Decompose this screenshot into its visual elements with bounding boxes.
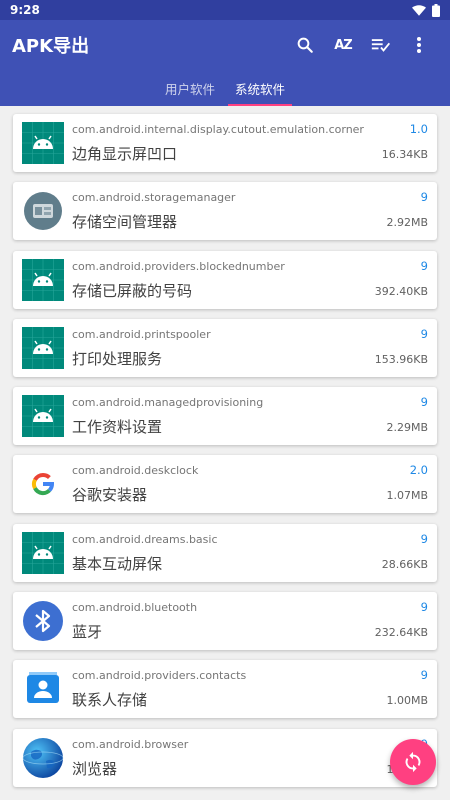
- app-package-name: com.android.storagemanager: [72, 191, 236, 205]
- contacts-icon: [22, 668, 64, 710]
- app-card[interactable]: com.android.bluetooth 蓝牙 9 232.64KB: [13, 592, 437, 651]
- app-package-name: com.android.internal.display.cutout.emul…: [72, 123, 364, 136]
- app-version: 9: [420, 395, 428, 410]
- app-list[interactable]: com.android.internal.display.cutout.emul…: [0, 106, 450, 800]
- select-all-button[interactable]: [362, 26, 400, 64]
- app-package-name: com.android.providers.contacts: [72, 669, 247, 683]
- android-icon: [22, 395, 64, 438]
- app-label: 边角显示屏凹口: [72, 145, 178, 163]
- app-package-name: com.android.dreams.basic: [72, 532, 218, 546]
- app-card[interactable]: com.android.providers.contacts 联系人存储 9 1…: [13, 660, 437, 719]
- tab-bar: 用户软件 系统软件: [0, 70, 450, 106]
- app-package-name: com.android.providers.blockednumber: [72, 259, 285, 273]
- google-icon: [22, 463, 64, 505]
- app-title: APK导出: [12, 36, 90, 57]
- app-label: 联系人存储: [72, 691, 148, 710]
- app-bar: APK导出 AZ: [0, 20, 450, 70]
- app-size: 2.92MB: [386, 216, 428, 230]
- storage-manager-icon: [22, 190, 64, 232]
- sort-az-icon: AZ: [334, 37, 352, 53]
- app-card[interactable]: com.android.deskclock 谷歌安装器 2.0 1.07MB: [13, 455, 437, 514]
- app-size: 28.66KB: [381, 557, 428, 571]
- app-size: 1.00MB: [386, 694, 428, 708]
- export-fab-button[interactable]: [390, 739, 436, 785]
- app-size: 1.07MB: [386, 489, 428, 503]
- app-card[interactable]: com.android.browser 浏览器 9 1.93MB: [13, 728, 437, 787]
- app-size: 16.34KB: [381, 148, 428, 161]
- status-time: 9:28: [10, 3, 40, 17]
- app-card[interactable]: com.android.dreams.basic 基本互动屏保 9 28.66K…: [13, 523, 437, 582]
- app-label: 浏览器: [72, 759, 118, 778]
- app-card[interactable]: com.android.printspooler 打印处理服务 9 153.96…: [13, 318, 437, 377]
- battery-icon: [432, 3, 440, 17]
- app-label: 基本互动屏保: [72, 554, 163, 573]
- app-version: 9: [420, 531, 428, 546]
- app-version: 9: [420, 326, 428, 341]
- app-size: 392.40KB: [374, 284, 428, 298]
- app-label: 工作资料设置: [72, 418, 163, 437]
- app-package-name: com.android.bluetooth: [72, 601, 198, 615]
- app-size: 2.29MB: [386, 421, 428, 435]
- browser-globe-icon: [22, 737, 64, 779]
- search-icon: [297, 37, 313, 53]
- app-label: 存储空间管理器: [72, 213, 178, 232]
- app-version: 9: [420, 668, 428, 683]
- app-package-name: com.android.browser: [72, 737, 189, 751]
- app-card[interactable]: com.android.internal.display.cutout.emul…: [13, 114, 437, 172]
- app-package-name: com.android.printspooler: [72, 327, 211, 341]
- app-label: 存储已屏蔽的号码: [72, 281, 193, 300]
- tab-user-apps[interactable]: 用户软件: [158, 70, 222, 106]
- app-label: 蓝牙: [72, 623, 103, 642]
- sync-icon: [405, 751, 421, 773]
- more-vert-icon: [417, 37, 421, 53]
- android-icon: [22, 531, 64, 574]
- app-version: 9: [420, 190, 428, 205]
- overflow-menu-button[interactable]: [400, 26, 438, 64]
- status-bar: 9:28: [0, 0, 450, 20]
- sort-az-button[interactable]: AZ: [324, 26, 362, 64]
- tab-system-apps[interactable]: 系统软件: [228, 70, 293, 106]
- app-package-name: com.android.deskclock: [72, 464, 199, 478]
- app-size: 232.64KB: [374, 626, 428, 640]
- app-version: 9: [420, 258, 428, 273]
- app-version: 9: [420, 600, 428, 615]
- app-version: 2.0: [409, 463, 428, 478]
- android-icon: [22, 326, 64, 369]
- playlist-check-icon: [371, 39, 391, 52]
- bluetooth-icon: [22, 600, 64, 642]
- app-label: 谷歌安装器: [72, 486, 148, 505]
- android-icon: [22, 122, 64, 164]
- app-card[interactable]: com.android.providers.blockednumber 存储已屏…: [13, 250, 437, 309]
- app-card[interactable]: com.android.storagemanager 存储空间管理器 9 2.9…: [13, 182, 437, 241]
- search-button[interactable]: [286, 26, 324, 64]
- wifi-icon: [412, 4, 426, 16]
- app-card[interactable]: com.android.managedprovisioning 工作资料设置 9…: [13, 387, 437, 446]
- app-size: 153.96KB: [374, 352, 428, 366]
- app-version: 1.0: [409, 122, 428, 136]
- android-icon: [22, 258, 64, 301]
- app-label: 打印处理服务: [72, 349, 163, 368]
- app-package-name: com.android.managedprovisioning: [72, 396, 264, 410]
